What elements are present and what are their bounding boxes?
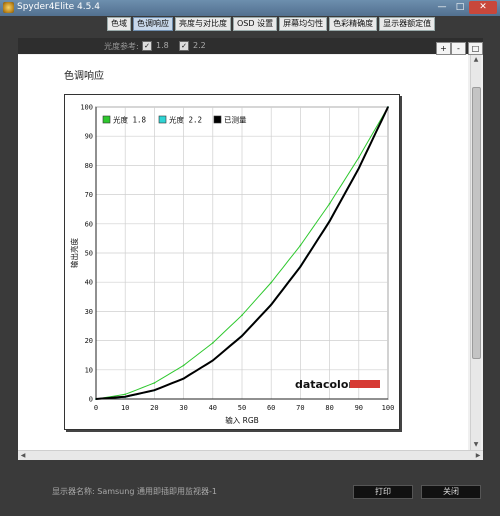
tab-gamut[interactable]: 色域: [107, 17, 131, 31]
x-tick-label: 10: [121, 404, 129, 412]
y-tick-label: 100: [80, 104, 93, 112]
x-tick-label: 0: [94, 404, 98, 412]
data-point: [299, 265, 302, 268]
data-point: [387, 106, 389, 108]
x-tick-label: 50: [238, 404, 246, 412]
tab-tone-response[interactable]: 色调响应: [133, 17, 173, 31]
y-tick-label: 90: [85, 133, 93, 141]
scroll-up-icon[interactable]: ▲: [471, 55, 481, 65]
zoom-fit-icon[interactable]: □: [468, 42, 483, 55]
tab-display-rating[interactable]: 显示器额定值: [379, 17, 436, 31]
data-point: [182, 364, 185, 367]
y-tick-label: 0: [89, 396, 93, 404]
application-window: Spyder4Elite 4.5.4 — □ ✕ 色域 色调响应 亮度与对比度 …: [0, 0, 500, 516]
vertical-scrollbar[interactable]: ▲ ▼: [470, 55, 481, 450]
data-point: [270, 281, 272, 284]
data-point: [299, 244, 302, 247]
datacolor-logo-bar: [350, 380, 380, 388]
vertical-scroll-thumb[interactable]: [472, 87, 481, 359]
y-tick-label: 40: [85, 279, 93, 287]
zoom-out-icon[interactable]: -: [451, 42, 466, 55]
x-axis-title: 输入 RGB: [225, 415, 259, 425]
tab-screen-uniformity[interactable]: 屏幕均匀性: [279, 17, 328, 31]
y-tick-label: 80: [85, 162, 93, 170]
legend-label-3: 已测量: [224, 116, 247, 125]
gamma-reference-label: 光度参考:: [104, 42, 139, 51]
scroll-down-icon[interactable]: ▼: [471, 440, 481, 450]
x-tick-label: 60: [267, 404, 275, 412]
data-point: [358, 156, 360, 159]
y-tick-label: 60: [85, 220, 93, 228]
data-point: [328, 220, 331, 222]
maximize-button[interactable]: □: [451, 1, 469, 14]
title-bar: Spyder4Elite 4.5.4 — □ ✕: [0, 0, 500, 16]
spyder-app-icon: [3, 2, 14, 13]
minimize-button[interactable]: —: [433, 1, 451, 14]
legend-label-2: 光度 2.2: [169, 115, 202, 125]
x-tick-label: 80: [325, 404, 333, 412]
legend-swatch-2: [158, 115, 167, 124]
gamma-2-2-checkbox[interactable]: ✓: [179, 41, 189, 51]
data-point: [241, 335, 243, 337]
page-title: 色调响应: [64, 71, 104, 82]
data-point: [241, 314, 243, 316]
tone-response-chart: 0 10 20 30 40 50 60 70 80 90 100 0 10 20 30 40 50 60 70 80 9…: [69, 104, 395, 426]
legend-swatch-3: [213, 115, 222, 124]
y-tick-label: 10: [85, 366, 93, 374]
print-button[interactable]: 打印: [353, 485, 413, 499]
tab-brightness-contrast[interactable]: 亮度与对比度: [175, 17, 231, 31]
data-point: [212, 342, 214, 344]
data-point: [358, 167, 360, 170]
data-point: [182, 377, 185, 380]
x-tick-label: 90: [355, 404, 363, 412]
y-tick-label: 70: [85, 191, 93, 199]
display-name-text: 显示器名称: Samsung 通用即插即用监视器-1: [52, 487, 217, 496]
legend-swatch-1: [102, 115, 111, 124]
x-tick-label: 20: [150, 404, 158, 412]
x-tick-label: 70: [296, 404, 304, 412]
close-window-button[interactable]: ✕: [469, 1, 497, 14]
data-point: [153, 382, 156, 384]
data-point: [95, 398, 97, 400]
tab-color-accuracy[interactable]: 色彩精确度: [329, 17, 378, 31]
data-point: [124, 395, 126, 398]
x-tick-label: 100: [382, 404, 395, 412]
legend-label-1: 光度 1.8: [113, 115, 147, 125]
data-point: [124, 393, 126, 396]
tab-bar: 色域 色调响应 亮度与对比度 OSD 设置 屏幕均匀性 色彩精确度 显示器额定值: [107, 17, 437, 31]
data-point: [153, 389, 156, 392]
gamma-2-2-label: 2.2: [193, 41, 206, 50]
window-title: Spyder4Elite 4.5.4: [17, 2, 100, 12]
y-tick-label: 20: [85, 337, 93, 345]
data-point: [270, 303, 272, 306]
close-button[interactable]: 关闭: [421, 485, 481, 499]
y-tick-label: 50: [85, 250, 93, 258]
report-toolbar: 光度参考: ✓ 1.8 ✓ 2.2: [18, 38, 483, 54]
x-tick-label: 40: [209, 404, 217, 412]
data-point: [212, 359, 214, 362]
data-point: [328, 202, 331, 205]
gamma-1-8-checkbox[interactable]: ✓: [142, 41, 152, 51]
chart-frame: 0 10 20 30 40 50 60 70 80 90 100 0 10 20 30 40 50 60 70 80 9…: [64, 94, 400, 430]
datacolor-logo-text: datacolor: [295, 378, 354, 391]
zoom-in-icon[interactable]: +: [436, 42, 451, 55]
x-tick-label: 30: [179, 404, 187, 412]
y-axis-title: 输出亮度: [69, 238, 79, 268]
gamma-1-8-label: 1.8: [156, 41, 169, 50]
tab-osd-settings[interactable]: OSD 设置: [233, 17, 278, 31]
y-tick-label: 30: [85, 308, 93, 316]
